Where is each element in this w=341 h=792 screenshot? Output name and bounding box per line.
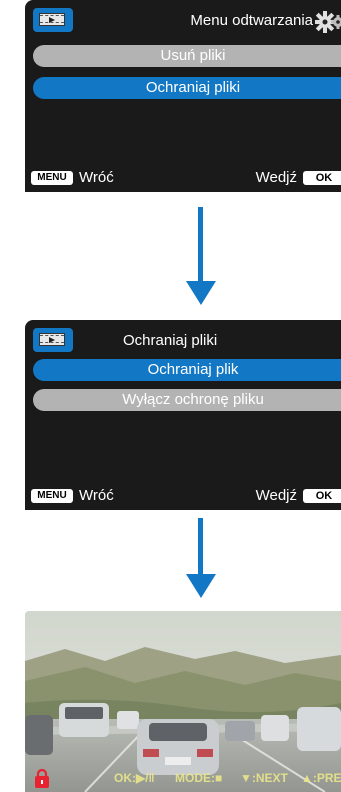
- dashcam-footage-image: [25, 611, 341, 792]
- ok-key-badge[interactable]: OK: [303, 489, 341, 503]
- enter-label: Wedjź: [255, 487, 297, 504]
- menu-key-badge[interactable]: MENU: [31, 489, 73, 503]
- back-label: Wróć: [79, 487, 114, 504]
- playback-mode-icon: [33, 328, 73, 352]
- lock-icon: [35, 768, 49, 788]
- back-label: Wróć: [79, 169, 114, 186]
- menu-item-delete-files[interactable]: Usuń pliki: [33, 45, 341, 67]
- menu-key-badge[interactable]: MENU: [31, 171, 73, 185]
- menu-footer: MENU Wróć Wedjź OK: [25, 168, 341, 192]
- protect-files-screen: Ochraniaj pliki Ochraniaj plik Wyłącz oc…: [25, 320, 341, 510]
- menu-footer: MENU Wróć Wedjź OK: [25, 486, 341, 510]
- menu-item-protect-files[interactable]: Ochraniaj pliki: [33, 77, 341, 99]
- menu-item-protect-file[interactable]: Ochraniaj plik: [33, 359, 341, 381]
- ok-key-badge[interactable]: OK: [303, 171, 341, 185]
- menu-header: Ochraniaj pliki: [25, 320, 341, 362]
- video-playback-screen: OK:▶/‖ MODE:■ ▼:NEXT ▲:PRE: [25, 611, 341, 792]
- osd-ok-play-pause: OK:▶/‖: [114, 771, 155, 785]
- menu-header: Menu odtwarzania: [25, 0, 341, 42]
- menu-title: Ochraniaj pliki: [123, 332, 218, 349]
- down-arrow-icon: [186, 518, 216, 600]
- playback-mode-icon: [33, 8, 73, 32]
- enter-label: Wedjź: [255, 169, 297, 186]
- down-arrow-icon: [186, 207, 216, 306]
- osd-mode-stop: MODE:■: [175, 771, 223, 785]
- osd-next: ▼:NEXT: [240, 771, 288, 785]
- menu-title: Menu odtwarzania: [190, 12, 313, 29]
- osd-prev: ▲:PRE: [301, 771, 341, 785]
- menu-item-unprotect-file[interactable]: Wyłącz ochronę pliku: [33, 389, 341, 411]
- playback-menu-screen: Menu odtwarzania Usuń pliki Ochraniaj pl…: [25, 0, 341, 192]
- settings-gear-icon: [315, 11, 341, 33]
